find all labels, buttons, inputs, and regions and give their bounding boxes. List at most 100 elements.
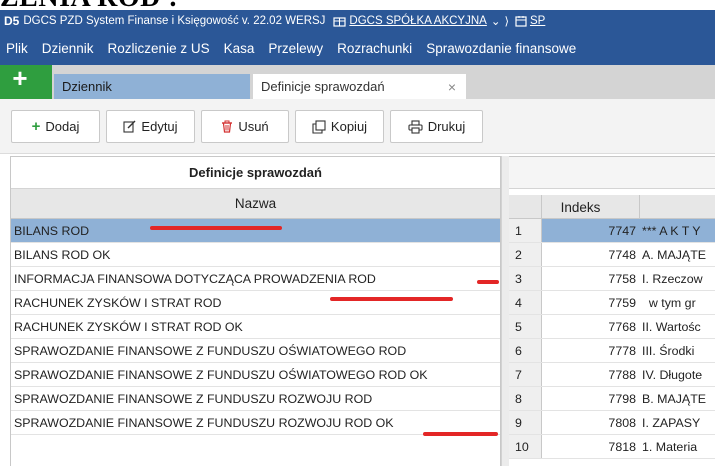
annotation-underline (150, 226, 282, 230)
table-row[interactable]: 6 7778 III. Środki (509, 339, 715, 363)
toolbar: + Dodaj Edytuj Usuń Kopiuj Drukuj (0, 99, 715, 154)
report-lines-panel: Indeks 1 7747 *** A K T Y 2 7748 A. MAJĄ… (509, 156, 715, 466)
menu-rozliczenie-z-us[interactable]: Rozliczenie z US (101, 41, 217, 56)
menu-plik[interactable]: Plik (0, 41, 35, 56)
tab-label: Dziennik (62, 79, 112, 94)
row-number: 1 (509, 219, 542, 242)
column-header-number (509, 195, 542, 219)
list-item[interactable]: RACHUNEK ZYSKÓW I STRAT ROD OK (11, 315, 500, 339)
title-bar: D5 DGCS PZD System Finanse i Księgowość … (0, 10, 715, 32)
annotation-underline (423, 432, 498, 436)
row-index: 7788 (608, 368, 636, 382)
printer-icon (408, 119, 423, 134)
row-index: 7798 (608, 392, 636, 406)
delete-button-label: Usuń (238, 119, 269, 134)
row-number: 10 (509, 435, 542, 458)
menu-sprawozdanie-finansowe[interactable]: Sprawozdanie finansowe (419, 41, 583, 56)
tab-label: Definicje sprawozdań (261, 79, 385, 94)
menu-rozrachunki[interactable]: Rozrachunki (330, 41, 419, 56)
trash-icon (221, 120, 233, 133)
row-index: 7758 (608, 272, 636, 286)
row-name: I. Rzeczow (642, 272, 703, 286)
list-item[interactable]: INFORMACJA FINANSOWA DOTYCZĄCA PROWADZEN… (11, 267, 500, 291)
row-name: A. MAJĄTE (642, 248, 707, 262)
building-icon (333, 16, 347, 27)
row-index: 7778 (608, 344, 636, 358)
row-index: 7747 (542, 219, 640, 242)
tab-bar: + Dziennik Definicje sprawozdań × (0, 65, 715, 99)
annotation-underline (330, 297, 453, 301)
new-tab-button[interactable]: + (0, 65, 52, 99)
close-icon[interactable]: × (448, 79, 456, 95)
list-item[interactable]: BILANS ROD (11, 219, 500, 243)
list-item[interactable]: SPRAWOZDANIE FINANSOWE Z FUNDUSZU OŚWIAT… (11, 363, 500, 387)
row-index: 7759 (608, 296, 636, 310)
tab-dziennik[interactable]: Dziennik (54, 74, 250, 99)
plus-icon: + (31, 118, 41, 135)
row-index: 7768 (608, 320, 636, 334)
column-header-nazwa[interactable]: Nazwa (11, 189, 500, 219)
row-name: 1. Materia (642, 440, 698, 454)
list-item[interactable]: BILANS ROD OK (11, 243, 500, 267)
list-item[interactable]: RACHUNEK ZYSKÓW I STRAT ROD (11, 291, 500, 315)
table-row[interactable]: 4 7759 w tym gr (509, 291, 715, 315)
row-name: B. MAJĄTE (642, 392, 707, 406)
edit-button[interactable]: Edytuj (106, 110, 195, 143)
tab-definicje-sprawozdan[interactable]: Definicje sprawozdań × (253, 74, 466, 99)
panel-title: Definicje sprawozdań (11, 157, 500, 189)
company-selector[interactable]: DGCS SPÓŁKA AKCYJNA (333, 15, 487, 27)
row-name: w tym gr (642, 296, 696, 310)
table-row[interactable]: 9 7808 I. ZAPASY (509, 411, 715, 435)
column-header-indeks[interactable]: Indeks (542, 195, 640, 219)
table-row[interactable]: 7 7788 IV. Długote (509, 363, 715, 387)
copy-icon (312, 119, 326, 134)
table-row[interactable]: 5 7768 II. Wartośc (509, 315, 715, 339)
row-number: 6 (509, 339, 542, 362)
delete-button[interactable]: Usuń (201, 110, 289, 143)
row-number: 5 (509, 315, 542, 338)
definitions-list: BILANS ROD BILANS ROD OK INFORMACJA FINA… (11, 219, 500, 435)
year-label: SP (529, 15, 546, 27)
row-index: 7818 (608, 440, 636, 454)
panel-splitter[interactable] (501, 156, 509, 466)
row-name: IV. Długote (642, 368, 703, 382)
row-number: 2 (509, 243, 542, 266)
annotation-underline (477, 280, 499, 284)
window-title: DGCS PZD System Finanse i Księgowość v. … (23, 15, 326, 27)
panel-top-bar (509, 157, 715, 189)
edit-button-label: Edytuj (141, 119, 178, 134)
table-row[interactable]: 3 7758 I. Rzeczow (509, 267, 715, 291)
row-index: 7748 (608, 248, 636, 262)
company-name: DGCS SPÓŁKA AKCYJNA (349, 15, 487, 27)
table-row[interactable]: 10 7818 1. Materia (509, 435, 715, 459)
app-logo: D5 (4, 14, 20, 28)
print-button-label: Drukuj (427, 119, 466, 134)
row-name: II. Wartośc (642, 320, 701, 334)
menu-przelewy[interactable]: Przelewy (261, 41, 330, 56)
list-item[interactable]: SPRAWOZDANIE FINANSOWE Z FUNDUSZU ROZWOJ… (11, 387, 500, 411)
row-number: 3 (509, 267, 542, 290)
row-name: *** A K T Y (640, 219, 715, 242)
copy-button-label: Kopiuj (330, 119, 368, 134)
menu-kasa[interactable]: Kasa (217, 41, 262, 56)
table-row[interactable]: 8 7798 B. MAJĄTE (509, 387, 715, 411)
row-number: 9 (509, 411, 542, 434)
row-name: I. ZAPASY (642, 416, 701, 430)
add-button[interactable]: + Dodaj (11, 110, 100, 143)
print-button[interactable]: Drukuj (390, 110, 483, 143)
chevron-down-icon[interactable]: ⌄ (491, 14, 501, 28)
add-button-label: Dodaj (45, 119, 80, 134)
row-index: 7808 (608, 416, 636, 430)
table-row[interactable]: 1 7747 *** A K T Y (509, 219, 715, 243)
year-selector[interactable]: SP (515, 15, 545, 27)
list-item[interactable]: SPRAWOZDANIE FINANSOWE Z FUNDUSZU OŚWIAT… (11, 339, 500, 363)
row-number: 7 (509, 363, 542, 386)
divider-icon: ⟩ (504, 16, 509, 28)
row-number: 8 (509, 387, 542, 410)
edit-icon (123, 120, 136, 133)
table-row[interactable]: 2 7748 A. MAJĄTE (509, 243, 715, 267)
copy-button[interactable]: Kopiuj (295, 110, 384, 143)
lines-table-body: 1 7747 *** A K T Y 2 7748 A. MAJĄTE 3 77… (509, 219, 715, 459)
menu-dziennik[interactable]: Dziennik (35, 41, 101, 56)
row-name: III. Środki (642, 344, 695, 358)
